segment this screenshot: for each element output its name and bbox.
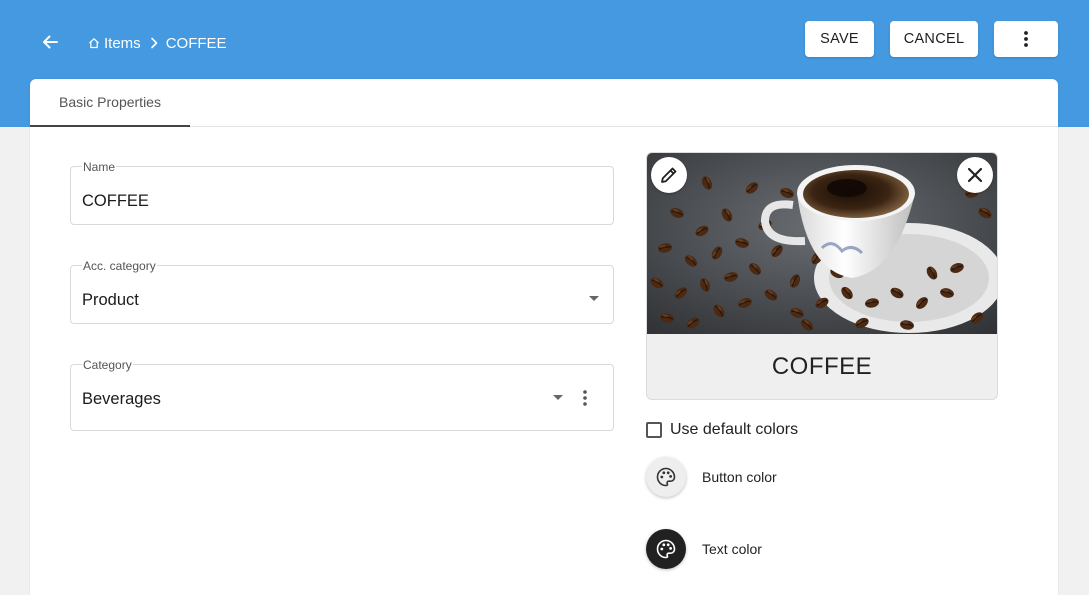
category-value: Beverages (82, 390, 161, 408)
preview-label: COFFEE (771, 353, 873, 380)
category-label: Category (82, 358, 133, 372)
use-default-colors-checkbox[interactable]: Use default colors (646, 419, 798, 441)
chevron-right-icon (147, 36, 161, 50)
home-icon[interactable] (88, 37, 100, 49)
tab-bar: Basic Properties (30, 79, 1058, 127)
arrow-left-icon (43, 35, 58, 49)
acc-category-select[interactable]: Acc. category Product (70, 259, 614, 324)
caret-down-icon (589, 296, 599, 301)
item-editor-card: Basic Properties Name COFFEE Acc. catego… (30, 79, 1058, 595)
more-vertical-icon (1024, 31, 1028, 47)
name-field-value: COFFEE (82, 192, 149, 210)
category-more-button[interactable] (577, 387, 593, 409)
text-color-swatch[interactable] (646, 529, 686, 569)
palette-icon (656, 467, 676, 487)
use-default-colors-label: Use default colors (670, 421, 799, 438)
name-field-label: Name (82, 160, 117, 174)
button-color-label: Button color (702, 469, 777, 485)
category-select[interactable]: Category Beverages (70, 358, 614, 431)
close-icon (967, 167, 983, 183)
pencil-icon (661, 167, 677, 183)
acc-category-label: Acc. category (82, 259, 157, 273)
button-color-swatch[interactable] (646, 457, 686, 497)
remove-image-button[interactable] (957, 157, 993, 193)
cancel-button[interactable]: CANCEL (890, 21, 978, 57)
checkbox-box[interactable] (646, 422, 662, 438)
more-vertical-icon (583, 390, 587, 406)
save-button[interactable]: SAVE (805, 21, 874, 57)
back-button[interactable] (34, 26, 66, 58)
acc-category-value: Product (82, 291, 139, 309)
button-color-row: Button color (646, 457, 777, 497)
breadcrumb-items-link[interactable]: Items (104, 35, 141, 52)
text-color-label: Text color (702, 541, 762, 557)
caret-down-icon (553, 395, 563, 400)
breadcrumb: Items COFFEE (88, 34, 227, 52)
tab-basic-properties[interactable]: Basic Properties (30, 79, 190, 127)
palette-icon (656, 539, 676, 559)
item-preview-tile: COFFEE (646, 152, 998, 400)
name-field[interactable]: Name COFFEE (70, 160, 614, 225)
edit-image-button[interactable] (651, 157, 687, 193)
more-options-button[interactable] (994, 21, 1058, 57)
text-color-row: Text color (646, 529, 762, 569)
item-image (647, 153, 997, 334)
breadcrumb-current: COFFEE (165, 34, 227, 52)
